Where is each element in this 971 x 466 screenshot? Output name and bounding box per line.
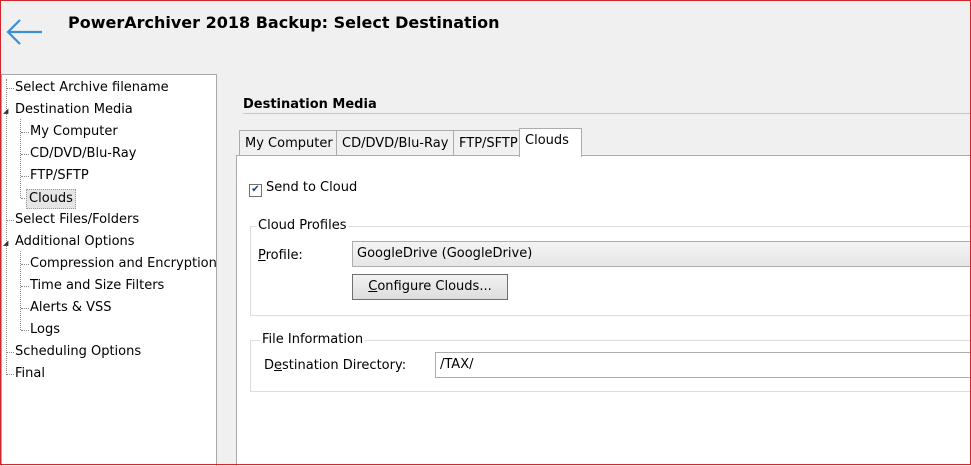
tree-item-scheduling-options[interactable]: Scheduling Options [13,342,143,362]
tab-ftp-sftp[interactable]: FTP/SFTP [453,130,524,156]
cloud-profiles-group: Cloud Profiles Profile: GoogleDrive (Goo… [250,218,971,316]
send-to-cloud-checkbox[interactable]: ✔ [249,184,262,197]
arrow-left-icon [6,19,42,45]
profile-select[interactable]: GoogleDrive (GoogleDrive) [352,241,971,267]
cloud-profiles-group-label: Cloud Profiles [256,218,349,233]
tree-item-select-archive-filename[interactable]: Select Archive filename [13,78,171,98]
tree-item-clouds[interactable]: Clouds [26,189,76,209]
back-button[interactable] [4,14,44,50]
tree-item-alerts-vss[interactable]: Alerts & VSS [28,298,114,318]
tree-item-select-files-folders[interactable]: Select Files/Folders [13,210,141,230]
collapse-destination-media-icon[interactable]: ◢ [3,106,8,116]
tree-item-cd-dvd-bluray[interactable]: CD/DVD/Blu-Ray [28,144,138,164]
window-title: PowerArchiver 2018 Backup: Select Destin… [68,13,500,32]
tab-clouds[interactable]: Clouds [519,128,582,157]
section-title: Destination Media [243,97,377,112]
file-information-group: File Information Destination Directory: … [250,332,971,392]
tree-item-time-size-filters[interactable]: Time and Size Filters [28,276,166,296]
tree-item-compression-encryption[interactable]: Compression and Encryption [28,254,219,274]
file-information-group-label: File Information [260,332,366,347]
destination-directory-input[interactable]: /TAX/ [435,352,971,378]
tree-item-additional-options[interactable]: Additional Options [13,232,137,252]
profile-label: Profile: [258,248,303,263]
send-to-cloud-label: Send to Cloud [266,180,358,195]
tab-my-computer[interactable]: My Computer [239,130,339,156]
destination-directory-label: Destination Directory: [264,358,407,373]
tab-cd-dvd-bluray[interactable]: CD/DVD/Blu-Ray [336,130,455,156]
clouds-tab-panel: ✔ Send to Cloud Cloud Profiles Profile: G… [236,155,971,466]
section-divider [243,113,971,114]
navigation-tree[interactable]: ◢ ◢ Select Archive filename Destination … [1,74,217,466]
tree-item-destination-media[interactable]: Destination Media [13,100,135,120]
send-to-cloud-checkbox-row[interactable]: ✔ Send to Cloud [249,180,357,197]
collapse-additional-options-icon[interactable]: ◢ [3,238,8,248]
tree-item-logs[interactable]: Logs [28,320,62,340]
main-panel: Destination Media My Computer CD/DVD/Blu… [216,74,971,466]
tree-item-my-computer[interactable]: My Computer [28,122,120,142]
tree-item-ftp-sftp[interactable]: FTP/SFTP [28,166,91,186]
tree-item-final[interactable]: Final [13,364,47,384]
configure-clouds-button[interactable]: Configure Clouds... [352,274,508,300]
